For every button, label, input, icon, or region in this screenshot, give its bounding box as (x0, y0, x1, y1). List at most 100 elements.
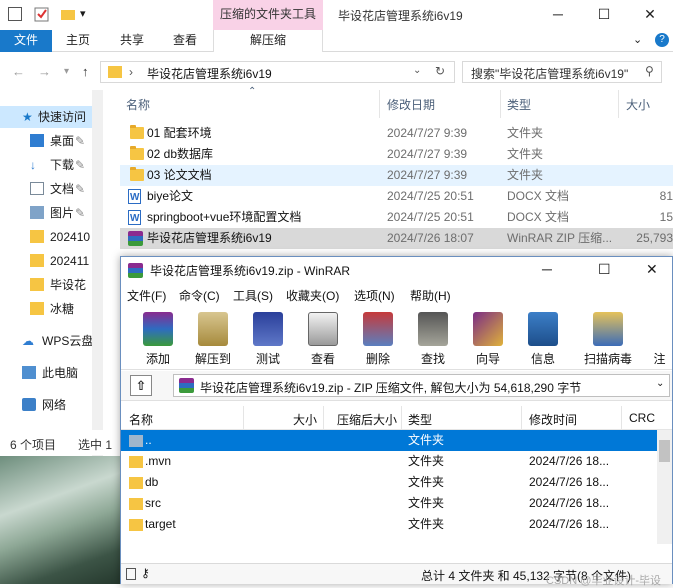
find-button[interactable]: 查找 (407, 310, 459, 368)
docx-icon (128, 187, 141, 208)
nav-folder-bishe[interactable]: 毕设花 (0, 274, 92, 296)
navigation-pane: ★ 快速访问 桌面 ✎ ↓ 下载 ✎ 文档 ✎ 图片 ✎ 202410 202411 毕设花… (0, 90, 103, 458)
archive-path-box[interactable]: 毕设花店管理系统i6v19.zip - ZIP 压缩文件, 解包大小为 54,6… (173, 374, 670, 397)
maximize-button[interactable]: ☐ (581, 0, 627, 30)
binoculars-icon (418, 312, 448, 346)
add-archive-icon (143, 312, 173, 346)
menu-options[interactable]: 选项(N) (354, 287, 395, 304)
rar-column-packed[interactable]: 压缩后大小 (337, 411, 397, 428)
scrollbar-thumb[interactable] (659, 440, 670, 462)
nav-folder-bingtang[interactable]: 冰糖 (0, 298, 92, 320)
menu-commands[interactable]: 命令(C) (179, 287, 220, 304)
context-tab-compressed-tools: 压缩的文件夹工具 (213, 0, 323, 30)
archive-row[interactable]: db 文件夹 2024/7/26 18... (121, 472, 657, 493)
nav-pictures[interactable]: 图片 ✎ (0, 202, 92, 224)
archive-row-parent[interactable]: .. 文件夹 (121, 430, 657, 451)
menu-favorites[interactable]: 收藏夹(O) (286, 287, 339, 304)
nav-quick-access[interactable]: ★ 快速访问 (0, 106, 92, 128)
menu-tools[interactable]: 工具(S) (233, 287, 273, 304)
file-row[interactable]: springboot+vue环境配置文档2024/7/25 20:51DOCX … (120, 207, 673, 229)
wizard-button[interactable]: 向导 (462, 310, 514, 368)
search-box[interactable]: 搜索"毕设花店管理系统i6v19" ⚲ (462, 61, 662, 83)
column-name[interactable]: 名称 (126, 96, 150, 113)
address-text: 毕设花店管理系统i6v19 (147, 67, 272, 81)
customize-toolbar-icon[interactable]: ▾ (80, 7, 86, 23)
archive-row[interactable]: .mvn 文件夹 2024/7/26 18... (121, 451, 657, 472)
nav-wps-cloud[interactable]: ☁ WPS云盘 (0, 330, 92, 352)
new-folder-icon[interactable] (60, 6, 76, 22)
menu-file[interactable]: 文件(F) (127, 287, 166, 304)
column-date[interactable]: 修改日期 (387, 96, 435, 113)
file-row[interactable]: 03 论文文档 2024/7/27 9:39 文件夹 (120, 165, 673, 186)
nav-network[interactable]: 网络 (0, 394, 92, 416)
archive-path-text: 毕设花店管理系统i6v19.zip - ZIP 压缩文件, 解包大小为 54,6… (200, 381, 582, 395)
menu-help[interactable]: 帮助(H) (410, 287, 451, 304)
close-button[interactable]: ✕ (627, 0, 673, 30)
file-row[interactable]: 01 配套环境 2024/7/27 9:39 文件夹 (120, 123, 673, 144)
test-button[interactable]: 测试 (242, 310, 294, 368)
address-bar[interactable]: › 毕设花店管理系统i6v19 ⌄ ↻ (100, 61, 455, 83)
winrar-maximize-button[interactable]: ☐ (598, 261, 611, 278)
delete-icon (363, 312, 393, 346)
parent-folder-icon (129, 435, 143, 447)
back-arrow-icon[interactable]: ← (12, 64, 25, 79)
file-row-selected[interactable]: 毕设花店管理系统i6v19 2024/7/26 18:07 WinRAR ZIP 压… (120, 228, 673, 249)
file-row[interactable]: 02 db数据库 2024/7/27 9:39 文件夹 (120, 144, 673, 165)
rar-column-crc[interactable]: CRC (629, 411, 655, 425)
info-button[interactable]: 信息 (517, 310, 569, 368)
help-icon[interactable]: ? (655, 33, 669, 47)
up-arrow-icon[interactable]: ↑ (82, 64, 89, 79)
folder-icon (129, 456, 143, 468)
refresh-icon[interactable]: ↻ (435, 64, 445, 78)
window-icon (8, 7, 22, 21)
recent-locations-icon[interactable]: ▾ (64, 66, 69, 77)
rar-column-name[interactable]: 名称 (129, 411, 153, 428)
forward-arrow-icon[interactable]: → (38, 64, 51, 79)
archive-row[interactable]: src 文件夹 2024/7/26 18... (121, 493, 657, 514)
comment-button[interactable]: 注 (647, 310, 672, 368)
tab-extract[interactable]: 解压缩 (213, 30, 323, 52)
nav-this-pc[interactable]: 此电脑 (0, 362, 92, 384)
search-placeholder: 搜索"毕设花店管理系统i6v19" (471, 67, 629, 81)
scan-virus-icon (593, 312, 623, 346)
rar-column-type[interactable]: 类型 (408, 411, 432, 428)
nav-downloads[interactable]: ↓ 下载 ✎ (0, 154, 92, 176)
properties-icon[interactable] (34, 6, 50, 22)
tab-file[interactable]: 文件 (0, 30, 52, 52)
expand-ribbon-icon[interactable]: ⌄ (633, 30, 642, 52)
rar-column-modified[interactable]: 修改时间 (529, 411, 577, 428)
view-button[interactable]: 查看 (297, 310, 349, 368)
tab-view[interactable]: 查看 (173, 30, 197, 52)
winrar-close-button[interactable]: ✕ (646, 261, 658, 278)
explorer-window-title: 毕设花店管理系统i6v19 (338, 9, 463, 23)
selected-count: 选中 1 (78, 438, 113, 452)
rar-icon (128, 231, 143, 246)
path-dropdown-icon[interactable]: ⌄ (656, 378, 664, 389)
winrar-list-scrollbar[interactable] (657, 430, 672, 544)
archive-row[interactable]: target 文件夹 2024/7/26 18... (121, 514, 657, 535)
file-row[interactable]: biye论文2024/7/25 20:51DOCX 文档81 (120, 186, 673, 208)
minimize-button[interactable]: ─ (535, 0, 581, 30)
address-dropdown-icon[interactable]: ⌄ (413, 65, 421, 76)
rar-column-size[interactable]: 大小 (293, 411, 317, 428)
search-icon[interactable]: ⚲ (645, 64, 654, 78)
nav-pane-scrollbar[interactable] (92, 90, 103, 458)
tab-home[interactable]: 主页 (66, 30, 90, 52)
nav-desktop[interactable]: 桌面 ✎ (0, 130, 92, 152)
nav-folder-202410[interactable]: 202410 (0, 226, 92, 248)
add-button[interactable]: 添加 (132, 310, 184, 368)
extract-to-button[interactable]: 解压到 (187, 310, 239, 368)
delete-button[interactable]: 删除 (352, 310, 404, 368)
nav-folder-202411[interactable]: 202411 (0, 250, 92, 272)
up-folder-icon[interactable]: ⇧ (130, 375, 152, 396)
glasses-icon (308, 312, 338, 346)
scan-virus-button[interactable]: 扫描病毒 (582, 310, 634, 368)
winrar-toolbar: 添加 解压到 测试 查看 删除 查找 向导 信息 扫描病毒 注 (121, 306, 672, 370)
winrar-minimize-button[interactable]: ─ (542, 261, 552, 277)
column-size[interactable]: 大小 (626, 96, 650, 113)
folder-icon (130, 146, 144, 160)
tab-share[interactable]: 共享 (120, 30, 144, 52)
folder-icon (129, 498, 143, 510)
column-type[interactable]: 类型 (507, 96, 531, 113)
nav-documents[interactable]: 文档 ✎ (0, 178, 92, 200)
